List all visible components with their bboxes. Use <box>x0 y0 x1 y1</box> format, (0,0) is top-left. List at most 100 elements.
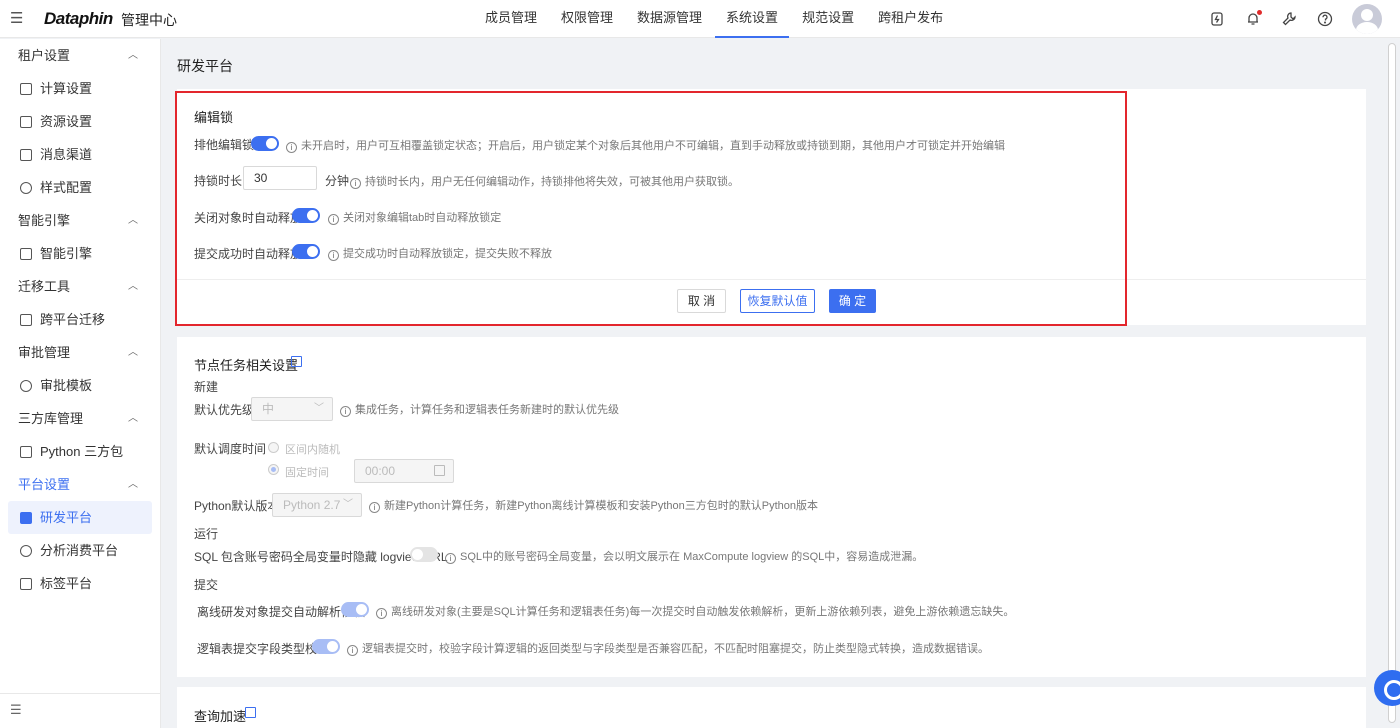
nav-system-settings[interactable]: 系统设置 <box>715 0 790 38</box>
avatar[interactable] <box>1352 4 1382 34</box>
sidebar-item-label: 分析消费平台 <box>40 543 119 558</box>
sidebar-item-label: 消息渠道 <box>40 147 93 162</box>
chevron-up-icon: ︿ <box>128 50 138 61</box>
resource-icon <box>20 115 32 128</box>
sidebar-item-python-packages[interactable]: Python 三方包 <box>8 435 152 468</box>
sidebar-item-style-config[interactable]: 样式配置 <box>8 171 152 204</box>
nav-member-management[interactable]: 成员管理 <box>474 0 548 38</box>
palette-icon <box>20 181 32 194</box>
top-navigation: 成员管理 权限管理 数据源管理 系统设置 规范设置 跨租户发布 <box>474 0 956 38</box>
sidebar-item-label: 审批模板 <box>40 378 93 393</box>
logo[interactable]: Dataphin <box>44 9 113 29</box>
scrollbar[interactable] <box>1384 39 1400 728</box>
help-icon[interactable] <box>1316 10 1334 28</box>
desc-text: 离线研发对象(主要是SQL计算任务和逻辑表任务)每一次提交时自动触发依赖解析，更… <box>391 606 1015 618</box>
submit-section-label: 提交 <box>194 578 219 592</box>
sidebar-group-label: 审批管理 <box>18 345 71 360</box>
search-icon <box>20 544 32 557</box>
node-task-title: 节点任务相关设置 <box>194 358 299 373</box>
query-accel-title: 查询加速 <box>194 709 247 724</box>
sidebar-item-resource-settings[interactable]: 资源设置 <box>8 105 152 138</box>
sidebar-item-analysis-platform[interactable]: 分析消费平台 <box>8 534 152 567</box>
select-value: Python 2.7 <box>283 498 341 512</box>
query-accel-card <box>177 687 1366 728</box>
collapse-sidebar-icon[interactable]: ☰ <box>10 702 22 718</box>
sidebar-group-third-party-libs[interactable]: 三方库管理 ︿ <box>0 402 160 435</box>
schedule-random-radio[interactable] <box>268 442 279 453</box>
new-section-label: 新建 <box>194 380 219 394</box>
info-icon: i <box>376 608 387 619</box>
sidebar-item-label: 跨平台迁移 <box>40 312 106 327</box>
sidebar-divider <box>0 693 160 694</box>
schedule-fixed-radio[interactable] <box>268 464 279 475</box>
python-version-select[interactable]: Python 2.7 ﹀ <box>272 493 362 517</box>
page-title: 研发平台 <box>177 58 233 74</box>
top-bar: ☰ Dataphin 管理中心 成员管理 权限管理 数据源管理 系统设置 规范设… <box>0 0 1400 38</box>
sidebar-item-tag-platform[interactable]: 标签平台 <box>8 567 152 600</box>
sidebar-group-migration-tools[interactable]: 迁移工具 ︿ <box>0 270 160 303</box>
wrench-icon[interactable] <box>1280 10 1298 28</box>
sidebar-item-message-channel[interactable]: 消息渠道 <box>8 138 152 171</box>
chevron-up-icon: ︿ <box>128 215 138 226</box>
lightning-icon[interactable] <box>1208 10 1226 28</box>
default-schedule-label: 默认调度时间 <box>194 442 267 456</box>
sidebar-item-label: 研发平台 <box>40 510 93 525</box>
logic-table-check-toggle[interactable] <box>312 639 340 654</box>
sql-hide-logview-toggle[interactable] <box>410 547 438 562</box>
chevron-down-icon: ﹀ <box>314 403 324 414</box>
top-icons <box>1190 0 1382 38</box>
sidebar-item-cross-platform-migration[interactable]: 跨平台迁移 <box>8 303 152 336</box>
sidebar-group-label: 迁移工具 <box>18 279 71 294</box>
chevron-up-icon: ︿ <box>128 479 138 490</box>
logic-table-check-label: 逻辑表提交字段类型校验 <box>197 642 330 656</box>
schedule-time-picker[interactable]: 00:00 <box>354 459 454 483</box>
nav-standard-settings[interactable]: 规范设置 <box>791 0 865 38</box>
sidebar-group-approval-management[interactable]: 审批管理 ︿ <box>0 336 160 369</box>
default-priority-select[interactable]: 中 ﹀ <box>251 397 333 421</box>
sidebar-group-platform-settings[interactable]: 平台设置 ︿ <box>0 468 160 501</box>
schedule-random-label: 区间内随机 <box>285 444 340 456</box>
code-icon <box>20 511 32 524</box>
desc-text: SQL中的账号密码全局变量，会以明文展示在 MaxCompute logview… <box>460 551 924 563</box>
default-priority-label: 默认优先级 <box>194 403 255 417</box>
offline-auto-parse-label: 离线研发对象提交自动解析依赖 <box>197 605 366 619</box>
info-icon: i <box>445 553 456 564</box>
sidebar-group-smart-engine[interactable]: 智能引擎 ︿ <box>0 204 160 237</box>
sidebar-group-label: 三方库管理 <box>18 411 84 426</box>
edit-icon[interactable] <box>291 356 302 367</box>
sidebar-item-compute-settings[interactable]: 计算设置 <box>8 72 152 105</box>
python-icon <box>20 445 32 458</box>
sidebar-group-tenant-settings[interactable]: 租户设置 ︿ <box>0 39 160 72</box>
nav-permission-management[interactable]: 权限管理 <box>550 0 624 38</box>
sidebar-group-label: 租户设置 <box>18 48 71 63</box>
offline-auto-parse-toggle[interactable] <box>341 602 369 617</box>
sidebar-item-label: 样式配置 <box>40 180 93 195</box>
sidebar-group-label: 平台设置 <box>18 477 71 492</box>
app-subtitle: 管理中心 <box>121 12 177 28</box>
chevron-up-icon: ︿ <box>128 413 138 424</box>
scrollbar-thumb[interactable] <box>1388 43 1396 723</box>
desc-text: 逻辑表提交时，校验字段计算逻辑的返回类型与字段类型是否兼容匹配，不匹配时阻塞提交… <box>362 643 989 655</box>
sql-hide-logview-desc: i SQL中的账号密码全局变量，会以明文展示在 MaxCompute logvie… <box>445 548 923 564</box>
schedule-fixed-label: 固定时间 <box>285 467 329 479</box>
bell-icon[interactable] <box>1244 10 1262 28</box>
sidebar-item-smart-engine[interactable]: 智能引擎 <box>8 237 152 270</box>
nav-cross-tenant-publish[interactable]: 跨租户发布 <box>867 0 954 38</box>
mail-icon <box>20 148 32 161</box>
python-version-label: Python默认版本 <box>194 499 280 513</box>
edit-icon[interactable] <box>245 707 256 718</box>
migrate-icon <box>20 313 32 326</box>
sidebar-item-approval-template[interactable]: 审批模板 <box>8 369 152 402</box>
offline-auto-parse-desc: i 离线研发对象(主要是SQL计算任务和逻辑表任务)每一次提交时自动触发依赖解析，… <box>376 603 1014 619</box>
menu-icon[interactable]: ☰ <box>10 10 24 28</box>
highlight-box <box>175 91 1127 326</box>
nav-datasource-management[interactable]: 数据源管理 <box>626 0 713 38</box>
sidebar-group-label: 智能引擎 <box>18 213 71 228</box>
notification-dot <box>1257 10 1262 15</box>
sidebar-item-label: 计算设置 <box>40 81 93 96</box>
sidebar-item-dev-platform[interactable]: 研发平台 <box>8 501 152 534</box>
desc-text: 新建Python计算任务，新建Python离线计算模板和安装Python三方包时… <box>384 500 818 512</box>
sidebar-item-label: 智能引擎 <box>40 246 93 261</box>
info-icon: i <box>369 502 380 513</box>
sidebar-item-label: 标签平台 <box>40 576 93 591</box>
